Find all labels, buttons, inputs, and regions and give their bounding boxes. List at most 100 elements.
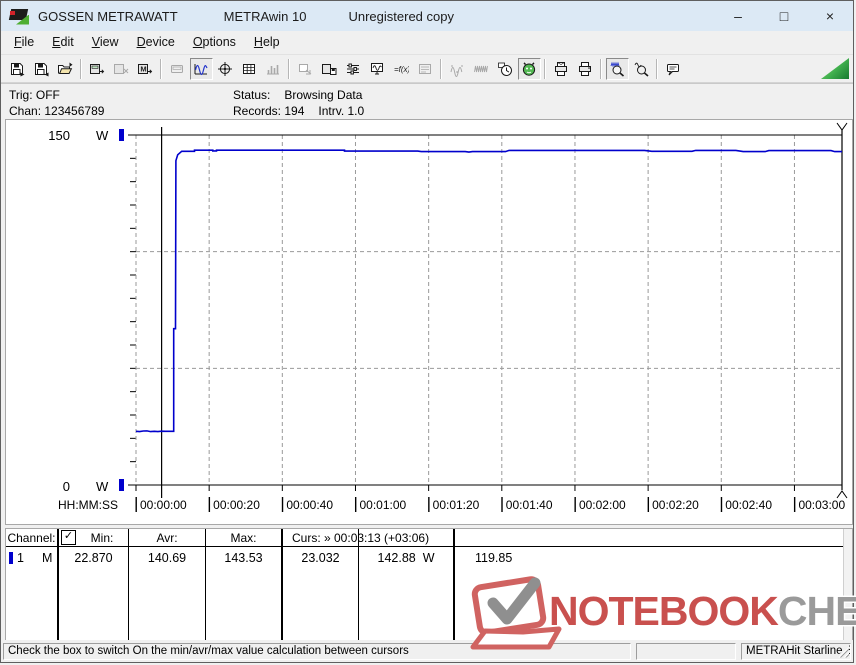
memory-read-icon: M [138,63,153,74]
menu-edit[interactable]: Edit [43,32,83,53]
channel-list-icon [347,63,359,74]
toolbar-view-histogram-button [262,58,285,80]
column-header-max: Max: [206,529,281,547]
x-tick-label: 00:01:40 [506,498,553,512]
toolbar-print-report-button[interactable] [550,58,573,80]
toolbar-save-as-button[interactable] [30,58,53,80]
toolbar-separator [160,58,162,79]
statusbar-empty-pane [636,642,736,660]
toolbar-zoom-wave-button[interactable] [605,57,629,80]
zoom-wave-icon [610,61,625,77]
channel-color-bar [9,552,13,564]
device-store-icon [322,63,337,75]
x-tick-label: 00:02:00 [579,498,626,512]
formula-fx-icon: =f(x) [394,65,409,74]
zoom-lens-icon [634,62,649,77]
channel-range-marker-bottom [119,479,124,491]
device-clear-icon [114,63,129,74]
wave-markers-icon [450,64,463,77]
menu-view[interactable]: View [83,32,128,53]
toolbar-print-button[interactable] [574,58,597,80]
channel-mode: M [41,551,53,565]
toolbar-separator [656,58,658,79]
save-as-icon [35,62,49,76]
records-count: Records: 194 [233,104,305,118]
toolbar-channel-list-button[interactable] [342,58,365,80]
y-unit-bottom: W [96,479,109,494]
toolbar-monitor-view-button[interactable] [366,58,389,80]
chart-panel: 150 W 0 W 00:00:00 00:00:20 00:00:40 00:01:00 00… [5,119,853,525]
y-unit-top: W [96,128,109,143]
status-label: Status: [233,88,271,102]
toolbar-tooltip-bubble-button[interactable] [662,58,685,80]
x-axis-header: HH:MM:SS [58,498,118,512]
cursor-2-bottom-marker [836,490,848,499]
toolbar-memory-read-button[interactable]: M [134,58,157,80]
x-tick-label: 00:00:20 [213,498,260,512]
toolbar-wave-markers-button [446,58,469,80]
device-panel-icon [419,63,431,74]
device-send-icon [90,63,105,74]
avr-value: 140.69 [147,551,187,565]
menu-help[interactable]: Help [245,32,289,53]
x-tick-label: 00:01:20 [433,498,480,512]
toolbar-save-file-button[interactable] [6,58,29,80]
monitor-view-icon [371,62,383,74]
channel-status: Chan: 123456789 [9,104,105,118]
minimize-button[interactable]: – [715,1,761,31]
status-value: Browsing Data [284,88,363,102]
menu-device[interactable]: Device [128,32,184,53]
menu-file[interactable]: File [5,32,43,53]
x-tick-label: 00:01:00 [359,498,406,512]
toolbar-device-send-button[interactable] [86,58,109,80]
title-bar: GOSSEN METRAWATT METRAwin 10 Unregistere… [1,1,853,31]
display-panel-icon [171,64,183,73]
toolbar-device-store-button[interactable] [318,58,341,80]
toolbar-separator [288,58,290,79]
power-series-line [135,149,842,433]
time-setup-icon [498,62,512,76]
toolbar: M =f(x) [1,55,853,83]
y-max-label: 150 [48,128,70,143]
toolbar-display-panel-button [166,58,189,80]
column-header-avr: Avr: [129,529,205,547]
cursor1-value: 23.032 [301,551,340,565]
menu-bar: File Edit View Device Options Help [1,31,853,55]
y-min-label: 0 [63,479,70,494]
interval-value: Intrv. 1.0 [318,104,365,118]
table-scrollbar[interactable] [843,529,852,641]
maximize-button[interactable]: □ [761,1,807,31]
toolbar-open-file-button[interactable] [54,58,77,80]
view-crosshair-icon [218,61,232,76]
tooltip-bubble-icon [667,63,679,75]
view-chart-icon [194,63,208,75]
x-tick-label: 00:02:40 [725,498,772,512]
toolbar-view-crosshair-button[interactable] [214,58,237,80]
power-chart[interactable]: 150 W 0 W 00:00:00 00:00:20 00:00:40 00:01:00 00… [6,120,852,524]
svg-text:=f(x): =f(x) [394,65,409,74]
max-value: 143.53 [224,551,263,565]
channel-id: 1 [17,551,24,565]
close-button[interactable]: × [807,1,853,31]
toolbar-separator [544,58,546,79]
status-bar: Check the box to switch On the min/avr/m… [1,640,853,662]
toolbar-view-chart-button[interactable] [189,57,213,80]
minmax-checkbox[interactable]: ✓ [61,530,76,545]
view-histogram-icon [267,64,279,74]
title-doc-name: METRAwin 10 [223,8,307,24]
min-value: 22.870 [74,551,113,565]
menu-options[interactable]: Options [184,32,245,53]
toolbar-zoom-lens-button[interactable] [630,58,653,80]
toolbar-live-view-button[interactable] [517,57,541,80]
toolbar-device-clear-button [110,58,133,80]
view-table-icon [243,63,255,74]
toolbar-separator [80,58,82,79]
title-app-name: GOSSEN METRAWATT [38,8,178,24]
gossen-green-triangle-logo [821,58,849,79]
window-export-icon [299,63,312,74]
channel-table-panel: Channel: 1 M ✓ Min: 22.870 Avr: 140.69 M… [5,528,853,642]
toolbar-view-table-button[interactable] [238,58,261,80]
svg-text:M: M [140,64,146,73]
toolbar-formula-fx-button[interactable]: =f(x) [390,58,413,80]
toolbar-time-setup-button[interactable] [494,58,517,80]
